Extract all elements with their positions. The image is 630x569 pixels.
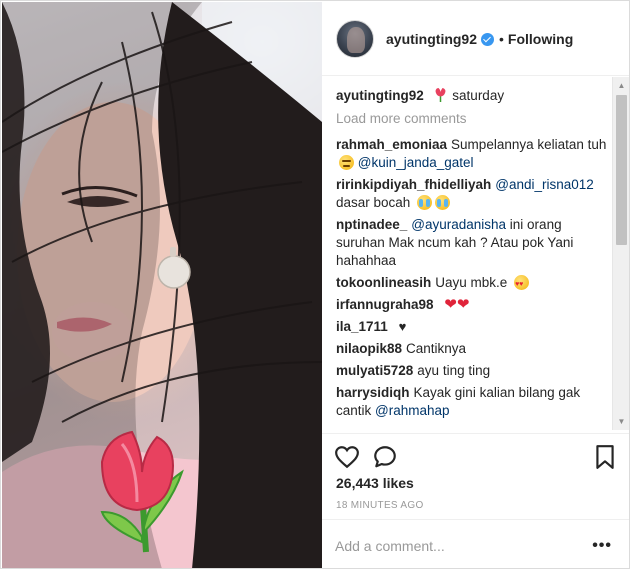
comment-mention[interactable]: @ayuradanisha: [411, 217, 506, 232]
comment-text: Cantiknya: [406, 341, 467, 356]
comment-mention[interactable]: @andi_risna012: [495, 177, 594, 192]
caption-text: saturday: [452, 88, 505, 103]
black-heart-emoji-icon: ♥: [398, 319, 407, 334]
more-options-button[interactable]: •••: [592, 537, 612, 555]
comment-username[interactable]: ila_1711: [336, 319, 388, 334]
comment-username[interactable]: harrysidiqh: [336, 385, 410, 400]
following-button[interactable]: Following: [508, 31, 573, 47]
crying-face-emoji-icon: [435, 195, 451, 210]
comment-item: ririnkipdiyah_fhidelliyah @andi_risna012 …: [336, 176, 608, 212]
comment-username[interactable]: nptinadee_: [336, 217, 407, 232]
scrollbar-thumb[interactable]: [616, 95, 627, 245]
tulip-emoji-icon: [435, 88, 446, 102]
action-bar: [322, 433, 629, 477]
comment-username[interactable]: ririnkipdiyah_fhidelliyah: [336, 177, 491, 192]
comment-item: nilaopik88 Cantiknya: [336, 340, 608, 358]
scroll-down-arrow-icon[interactable]: ▼: [613, 413, 629, 430]
instagram-post-window: ayutingting92 • Following ayutingting92 …: [0, 0, 630, 569]
comment-mention[interactable]: @kuin_janda_gatel: [358, 155, 474, 170]
header-username[interactable]: ayutingting92: [386, 31, 477, 47]
scroll-up-arrow-icon[interactable]: ▲: [613, 77, 629, 94]
caption-username[interactable]: ayutingting92: [336, 88, 424, 103]
add-comment-bar: •••: [322, 519, 629, 568]
bookmark-icon[interactable]: [592, 444, 618, 470]
comment-item: harrysidiqh Kayak gini kalian bilang gak …: [336, 384, 608, 420]
header-separator: •: [499, 30, 504, 47]
heart-outline-icon[interactable]: [334, 444, 360, 470]
comment-item: nptinadee_ @ayuradanisha ini orang suruha…: [336, 216, 608, 270]
caption: ayutingting92 saturday: [336, 87, 608, 105]
comments-scrollbar[interactable]: ▲ ▼: [612, 77, 629, 430]
comment-username[interactable]: nilaopik88: [336, 341, 402, 356]
red-hearts-emoji-icon: ❤❤: [444, 296, 470, 313]
comment-text: Sumpelannya keliatan tuh: [451, 137, 607, 152]
likes-count[interactable]: 26,443 likes: [336, 475, 414, 491]
comment-username[interactable]: irfannugraha98: [336, 297, 434, 312]
post-header: ayutingting92 • Following: [322, 2, 629, 76]
comments-panel[interactable]: ayutingting92 saturday Load more comment…: [322, 77, 629, 430]
comment-username[interactable]: mulyati5728: [336, 363, 413, 378]
comment-bubble-icon[interactable]: [372, 444, 398, 470]
load-more-comments-button[interactable]: Load more comments: [336, 111, 608, 126]
comment-item: ila_1711 ♥: [336, 318, 608, 336]
photo-illustration: [2, 2, 322, 568]
post-timestamp[interactable]: 18 MINUTES AGO: [336, 500, 424, 511]
comment-username[interactable]: tokoonlineasih: [336, 275, 431, 290]
crying-face-emoji-icon: [417, 195, 433, 210]
comment-item: tokoonlineasih Uayu mbk.e: [336, 274, 608, 294]
comment-item: irfannugraha98 ❤❤: [336, 296, 608, 314]
comment-text: ayu ting ting: [417, 363, 491, 378]
comment-text: Uayu mbk.e: [435, 275, 508, 290]
comment-username[interactable]: rahmah_emoniaa: [336, 137, 447, 152]
add-comment-input[interactable]: [335, 536, 575, 556]
comment-text: dasar bocah: [336, 195, 411, 210]
post-photo[interactable]: [2, 2, 322, 568]
comment-item: mulyati5728 ayu ting ting: [336, 362, 608, 380]
heart-eyes-emoji-icon: [514, 275, 530, 294]
comment-item: rahmah_emoniaa Sumpelannya keliatan tuh @…: [336, 136, 608, 172]
comment-mention[interactable]: @rahmahap: [375, 403, 450, 418]
verified-badge-icon: [481, 33, 495, 46]
angry-face-emoji-icon: [339, 155, 354, 170]
avatar[interactable]: [336, 19, 374, 58]
